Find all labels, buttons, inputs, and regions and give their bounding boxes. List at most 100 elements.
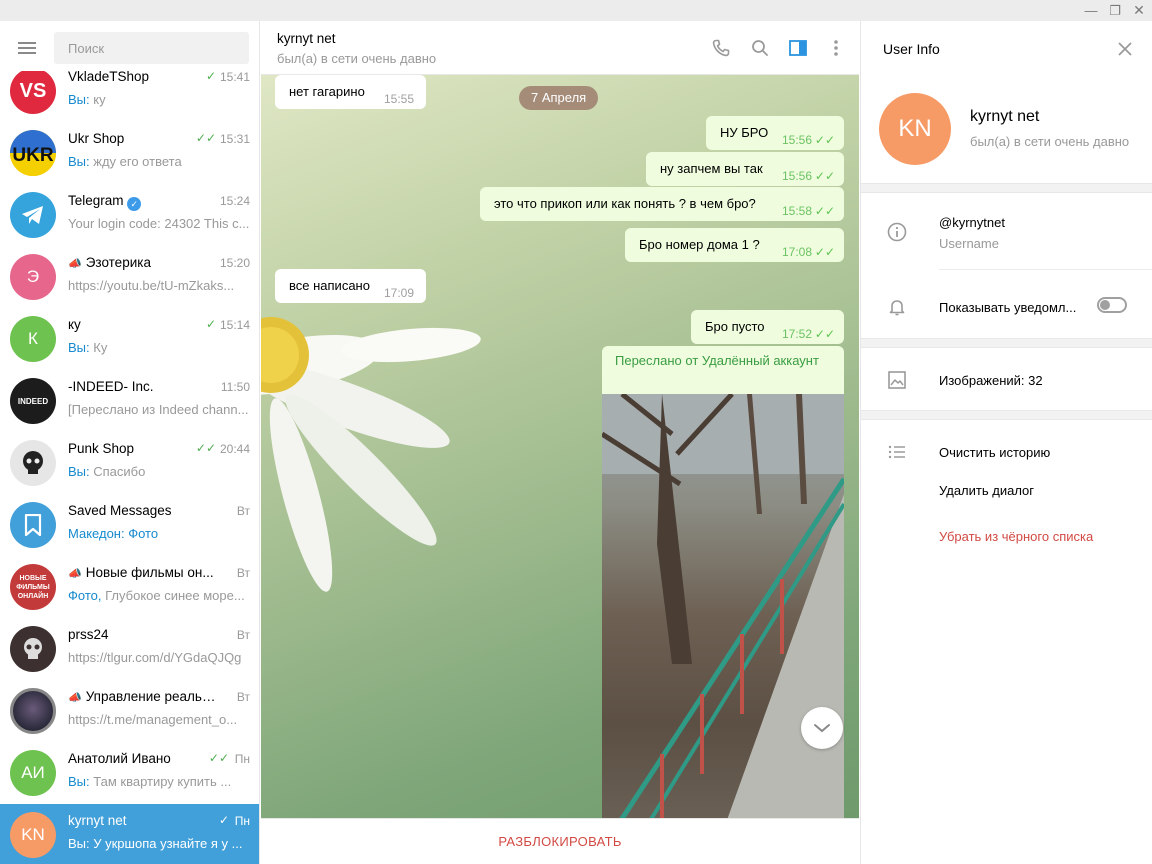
chat-item-punk-shop[interactable]: Punk Shop ✓✓ 20:44 Вы: Спасибо xyxy=(0,432,259,494)
chat-item-new-films[interactable]: НОВЫЕ ФИЛЬМЫ ОНЛАЙН 📣 Новые фильмы он... … xyxy=(0,556,259,618)
chat-preview: https://tlgur.com/d/YGdaQJQg xyxy=(68,650,242,665)
megaphone-icon: 📣 xyxy=(68,568,82,580)
read-check-icon: ✓✓ xyxy=(195,441,216,455)
read-check-icon: ✓ xyxy=(218,813,229,827)
more-vertical-icon[interactable] xyxy=(826,38,846,58)
message-text: все написано xyxy=(289,278,370,293)
message-text: НУ БРО xyxy=(720,125,769,140)
close-icon[interactable] xyxy=(1115,39,1135,59)
avatar: АИ xyxy=(10,750,56,796)
peer-status: был(а) в сети очень давно xyxy=(277,51,437,66)
bookmark-icon xyxy=(24,514,42,536)
preview-text: ку xyxy=(89,92,106,107)
forwarded-photo-message[interactable]: Переслано от Удалённый аккаунт xyxy=(602,346,844,818)
panel-title: User Info xyxy=(883,41,940,57)
username-value[interactable]: @kyrnytnet xyxy=(939,215,1005,230)
user-avatar[interactable]: KN xyxy=(879,93,951,165)
remove-from-blacklist-button[interactable]: Убрать из чёрного списка xyxy=(939,529,1093,544)
chat-name: 📣 Эзотерика xyxy=(68,255,218,270)
photo-attachment[interactable] xyxy=(602,394,844,818)
avatar: INDEED xyxy=(10,378,56,424)
divider-line xyxy=(939,269,1152,270)
message-time: 15:58 xyxy=(781,204,812,218)
chat-item-anatoliy[interactable]: АИ Анатолий Ивано ✓✓ Пн Вы: Там квартиру… xyxy=(0,742,259,804)
message-outgoing[interactable]: это что прикоп или как понять ? в чем бр… xyxy=(480,187,844,221)
chat-item-ukr-shop[interactable]: UKR Ukr Shop ✓✓ 15:31 Вы: жду его ответа xyxy=(0,122,259,184)
chat-time: 15:20 xyxy=(219,256,250,270)
message-outgoing[interactable]: Бро номер дома 1 ? 17:08 ✓✓ xyxy=(625,228,844,262)
toggle-knob xyxy=(1100,300,1110,310)
peer-name[interactable]: kyrnyt net xyxy=(277,31,336,46)
message-outgoing[interactable]: ну запчем вы так 15:56 ✓✓ xyxy=(646,152,844,186)
message-incoming[interactable]: все написано 17:09 xyxy=(275,269,426,303)
chat-time: 15:31 xyxy=(219,132,250,146)
restore-icon[interactable]: ❐ xyxy=(1104,2,1126,19)
preview-sender: Вы: xyxy=(68,464,90,479)
info-icon xyxy=(887,222,907,242)
chat-name: ку xyxy=(68,317,81,332)
double-check-icon: ✓✓ xyxy=(814,133,835,147)
message-text: ну запчем вы так xyxy=(660,161,763,176)
chat-header: kyrnyt net был(а) в сети очень давно xyxy=(261,21,859,75)
date-separator: 7 Апреля xyxy=(519,86,599,110)
close-icon[interactable]: ✕ xyxy=(1128,2,1150,19)
avatar: НОВЫЕ ФИЛЬМЫ ОНЛАЙН xyxy=(10,564,56,610)
chat-preview: Македон: Фото xyxy=(68,526,250,541)
chat-item-telegram[interactable]: Telegram ✓ 15:24 Your login code: 24302 … xyxy=(0,184,259,246)
avatar xyxy=(10,626,56,672)
chat-time: 15:41 xyxy=(219,70,250,84)
preview-sender: Вы: xyxy=(68,154,90,169)
chat-time: Вт xyxy=(236,566,250,580)
preview-text: жду его ответа xyxy=(89,154,182,169)
bell-icon xyxy=(887,297,907,317)
preview-media: Фото, xyxy=(68,588,102,603)
clear-history-button[interactable]: Очистить историю xyxy=(939,445,1050,460)
chat-name: prss24 xyxy=(68,627,109,642)
chat-time: Пн xyxy=(234,752,250,766)
preview-sender: Вы: xyxy=(68,340,90,355)
chat-preview: Your login code: 24302 This c... xyxy=(68,216,250,231)
chat-item-prss24[interactable]: prss24 Вт https://tlgur.com/d/YGdaQJQg xyxy=(0,618,259,680)
notifications-toggle[interactable] xyxy=(1097,297,1127,313)
chat-wallpaper: 7 Апреля нет гагарино 15:55 НУ БРО 15:56… xyxy=(261,75,859,818)
skull-icon xyxy=(23,451,43,474)
section-divider xyxy=(861,410,1152,420)
chat-name: Telegram ✓ xyxy=(68,193,218,211)
message-outgoing[interactable]: НУ БРО 15:56 ✓✓ xyxy=(706,116,844,150)
chat-name: kyrnyt net xyxy=(68,813,127,828)
delete-dialog-button[interactable]: Удалить диалог xyxy=(939,483,1034,498)
user-name: kyrnyt net xyxy=(970,108,1040,125)
minimize-icon[interactable]: — xyxy=(1080,2,1102,19)
read-check-icon: ✓✓ xyxy=(208,751,229,765)
chat-preview: Вы: жду его ответа xyxy=(68,154,250,169)
chat-item-ezoterika[interactable]: Э 📣 Эзотерика 15:20 https://youtu.be/tU-m… xyxy=(0,246,259,308)
sidebar-toggle-icon[interactable] xyxy=(788,38,808,58)
chat-preview: Вы: Ку xyxy=(68,340,250,355)
unblock-button[interactable]: РАЗБЛОКИРОВАТЬ xyxy=(498,834,621,849)
chat-name: Анатолий Ивано xyxy=(68,751,171,766)
unblock-bar: РАЗБЛОКИРОВАТЬ xyxy=(261,818,859,864)
chat-item-indeed[interactable]: INDEED -INDEED- Inc. 11:50 [Переслано из… xyxy=(0,370,259,432)
hamburger-menu-icon[interactable] xyxy=(18,42,36,54)
images-count-button[interactable]: Изображений: 32 xyxy=(939,373,1043,388)
scroll-down-button[interactable] xyxy=(801,707,843,749)
message-incoming[interactable]: нет гагарино 15:55 xyxy=(275,75,426,109)
chat-item-ku[interactable]: К ку ✓ 15:14 Вы: Ку xyxy=(0,308,259,370)
message-text: Бро пусто xyxy=(705,319,765,334)
chat-list: VS VkladeTShop ✓ 15:41 Вы: ку UKR Ukr Sh… xyxy=(0,60,259,864)
chat-item-saved-messages[interactable]: Saved Messages Вт Македон: Фото xyxy=(0,494,259,556)
user-info-panel: User Info KN kyrnyt net был(а) в сети оч… xyxy=(860,21,1152,864)
search-input[interactable] xyxy=(54,32,249,64)
message-time: 15:56 xyxy=(781,133,812,147)
user-status: был(а) в сети очень давно xyxy=(970,134,1130,149)
message-outgoing[interactable]: Бро пусто 17:52 ✓✓ xyxy=(691,310,844,344)
sidebar-header xyxy=(0,21,259,71)
preview-text: Ку xyxy=(89,340,108,355)
search-icon[interactable] xyxy=(750,38,770,58)
phone-icon[interactable] xyxy=(711,38,731,58)
chat-item-kyrnyt-net[interactable]: KN kyrnyt net ✓ Пн Вы: У укршопа узнайте… xyxy=(0,804,259,864)
chat-item-management[interactable]: 📣 Управление реальн... Вт https://t.me/ma… xyxy=(0,680,259,742)
preview-text: Спасибо xyxy=(89,464,146,479)
message-time: 17:09 xyxy=(383,286,414,300)
chat-time: 11:50 xyxy=(220,380,250,394)
